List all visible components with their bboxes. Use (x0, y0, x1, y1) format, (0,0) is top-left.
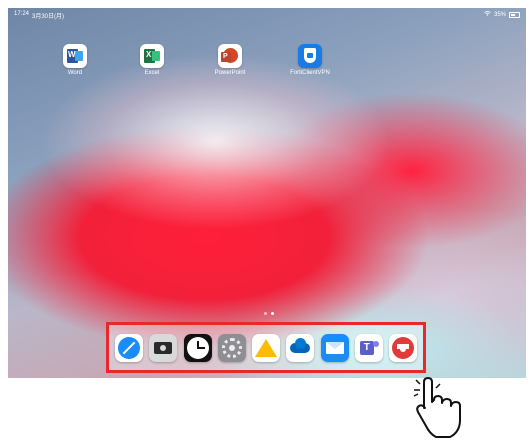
page-dot (264, 312, 267, 315)
dock-app-onedrive[interactable] (286, 333, 315, 362)
word-icon: W (63, 44, 87, 68)
dock-app-clock[interactable] (183, 333, 212, 362)
status-date: 3月30日(月) (32, 14, 65, 20)
pointing-hand-icon (412, 372, 472, 440)
app-label: Word (67, 70, 83, 76)
powerpoint-icon: P (218, 44, 242, 68)
page-dot-active (271, 312, 274, 315)
mail-icon (325, 341, 344, 354)
safari-icon (118, 336, 140, 359)
page-indicator[interactable] (264, 312, 274, 315)
ipad-home-screen: 17:24 3月30日(月) 35% W Word X Excel P Powe… (8, 8, 526, 378)
excel-icon: X (140, 44, 164, 68)
dock-app-google-drive[interactable] (252, 333, 280, 362)
camera-icon (154, 341, 173, 354)
vpn-icon (298, 44, 322, 68)
settings-icon (221, 337, 242, 358)
app-word[interactable]: W Word (45, 44, 105, 76)
dock-app-mail[interactable] (320, 333, 349, 362)
dock-app-settings[interactable] (217, 333, 246, 362)
status-bar: 17:24 3月30日(月) 35% (8, 8, 526, 20)
graduation-cap-icon (392, 336, 414, 359)
battery-icon (509, 11, 520, 18)
dock-app-classroom[interactable] (389, 333, 417, 362)
app-label: PowerPoint (214, 70, 246, 76)
status-right: 35% (484, 11, 520, 18)
wifi-icon (484, 11, 491, 18)
app-label: FortiClientVPN (290, 70, 330, 76)
battery-percent: 35% (493, 11, 506, 18)
teams-icon: T (359, 340, 374, 355)
status-time: 17:24 (14, 11, 30, 17)
onedrive-icon (290, 337, 311, 353)
clock-icon (186, 336, 209, 359)
dock-app-safari[interactable] (115, 333, 143, 362)
dock-app-teams[interactable]: T (354, 333, 383, 362)
app-powerpoint[interactable]: P PowerPoint (200, 44, 260, 76)
app-label: Excel (144, 70, 160, 76)
app-excel[interactable]: X Excel (122, 44, 182, 76)
google-drive-icon (255, 338, 277, 357)
dock-app-camera[interactable] (149, 333, 178, 362)
dock: T (106, 322, 426, 373)
app-forticlient-vpn[interactable]: FortiClientVPN (280, 44, 340, 76)
